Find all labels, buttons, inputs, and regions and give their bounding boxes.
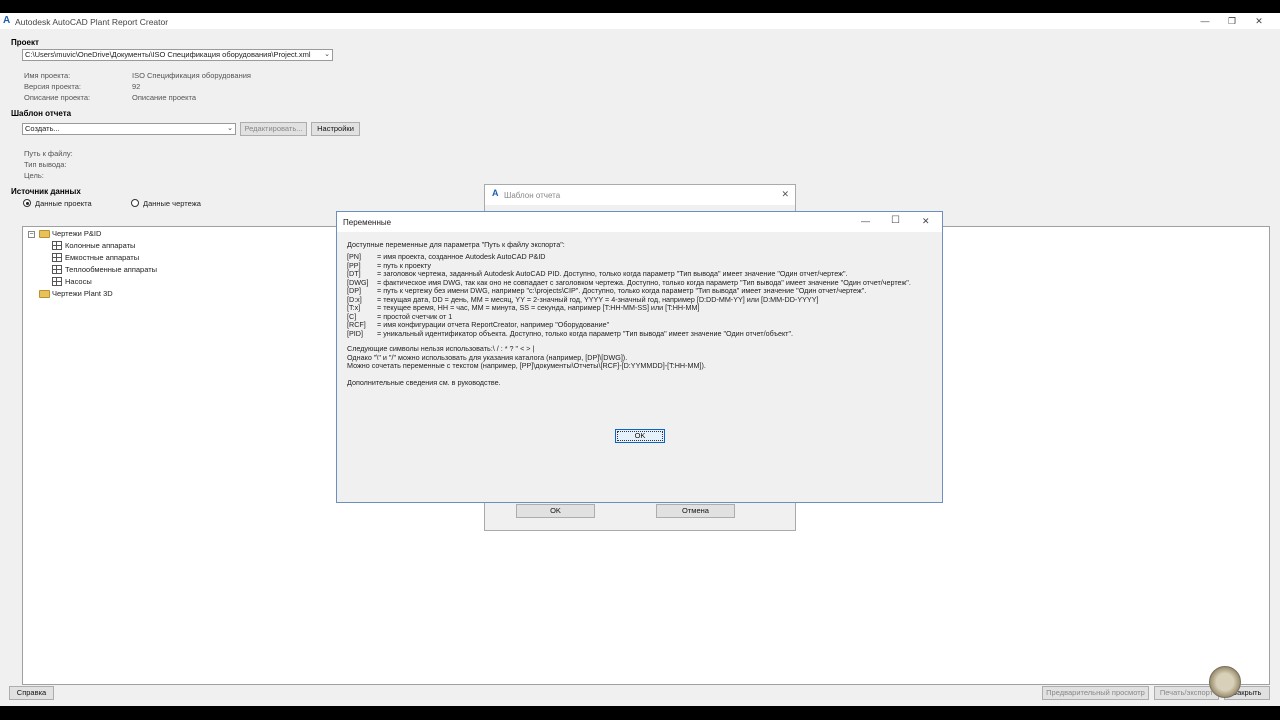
report-template-dialog-title: Шаблон отчета — [504, 191, 561, 200]
title-bar: A Autodesk AutoCAD Plant Report Creator … — [0, 13, 1280, 29]
template-dialog-ok-button[interactable]: OK — [516, 504, 595, 518]
preview-button[interactable]: Предварительный просмотр — [1042, 686, 1149, 700]
var-desc: = уникальный идентификатор объекта. Дост… — [377, 328, 794, 338]
settings-button[interactable]: Настройки — [311, 122, 360, 136]
chevron-down-icon: ⌄ — [227, 125, 233, 132]
footer-bar: Справка Предварительный просмотр Печать/… — [0, 686, 1280, 706]
help-button[interactable]: Справка — [9, 686, 54, 700]
dialog-close-button[interactable]: ✕ — [922, 216, 930, 227]
report-template-dialog-titlebar: A Шаблон отчета ✕ — [485, 185, 795, 205]
variables-dialog-title: Переменные — [343, 218, 392, 227]
table-icon — [52, 277, 62, 286]
project-name-value: ISO Спецификация оборудования — [132, 71, 251, 80]
autocad-logo-icon: A — [492, 188, 499, 198]
close-icon[interactable]: ✕ — [781, 189, 789, 200]
dialog-minimize-button[interactable]: — — [861, 216, 870, 226]
project-data-radio[interactable] — [23, 199, 31, 207]
template-select-value: Создать... — [25, 124, 60, 133]
template-dialog-cancel-button[interactable]: Отмена — [656, 504, 735, 518]
manual-note: Дополнительные сведения см. в руководств… — [347, 378, 501, 387]
tree-item-pumps[interactable]: Насосы — [65, 277, 92, 286]
autocad-logo-icon: A — [3, 15, 11, 26]
project-path-select[interactable]: C:\Users\muvic\OneDrive\Документы\ISO Сп… — [22, 49, 333, 61]
app-window: A Autodesk AutoCAD Plant Report Creator … — [0, 13, 1280, 706]
variables-ok-label: OK — [617, 431, 663, 441]
template-select[interactable]: Создать... ⌄ — [22, 123, 236, 135]
folder-icon — [39, 290, 50, 298]
table-icon — [52, 253, 62, 262]
datasource-section-title: Источник данных — [11, 187, 81, 196]
project-section-title: Проект — [11, 38, 39, 47]
file-path-label: Путь к файлу: — [24, 149, 73, 158]
tree-item-plant3d-drawings[interactable]: Чертежи Plant 3D — [52, 289, 113, 298]
project-data-radio-label: Данные проекта — [35, 199, 92, 208]
project-description-label: Описание проекта: — [24, 93, 91, 102]
avatar — [1209, 666, 1241, 698]
dialog-maximize-button[interactable]: ☐ — [891, 215, 900, 226]
tree-item-columns[interactable]: Колонные аппараты — [65, 241, 135, 250]
table-icon — [52, 265, 62, 274]
variables-intro: Доступные переменные для параметра "Путь… — [347, 240, 565, 249]
drawing-data-radio[interactable] — [131, 199, 139, 207]
project-path-value: C:\Users\muvic\OneDrive\Документы\ISO Сп… — [25, 50, 311, 59]
project-version-value: 92 — [132, 82, 141, 91]
collapse-icon[interactable]: − — [28, 231, 35, 238]
tree-item-pid-drawings[interactable]: Чертежи P&ID — [52, 229, 101, 238]
table-icon — [52, 241, 62, 250]
variables-dialog: Переменные — ☐ ✕ Доступные переменные дл… — [336, 211, 943, 503]
output-type-label: Тип вывода: — [24, 160, 67, 169]
variables-dialog-titlebar: Переменные — ☐ ✕ — [337, 212, 942, 232]
tree-item-vessels[interactable]: Емкостные аппараты — [65, 253, 139, 262]
close-window-button[interactable]: ✕ — [1250, 15, 1268, 27]
project-version-label: Версия проекта: — [24, 82, 81, 91]
edit-template-button[interactable]: Редактировать... — [240, 122, 307, 136]
target-label: Цель: — [24, 171, 44, 180]
var-code: [PID] — [347, 328, 363, 338]
combine-note: Можно сочетать переменные с текстом (нап… — [347, 361, 706, 370]
maximize-button[interactable]: ❐ — [1223, 15, 1241, 27]
minimize-button[interactable]: — — [1196, 15, 1214, 27]
variables-ok-button[interactable]: OK — [615, 429, 665, 443]
window-title: Autodesk AutoCAD Plant Report Creator — [15, 17, 169, 27]
drawing-data-radio-label: Данные чертежа — [143, 199, 201, 208]
folder-icon — [39, 230, 50, 238]
project-name-label: Имя проекта: — [24, 71, 71, 80]
tree-item-heat-exchangers[interactable]: Теплообменные аппараты — [65, 265, 157, 274]
project-description-value: Описание проекта — [132, 93, 197, 102]
chevron-down-icon: ⌄ — [324, 51, 330, 58]
template-section-title: Шаблон отчета — [11, 109, 72, 118]
